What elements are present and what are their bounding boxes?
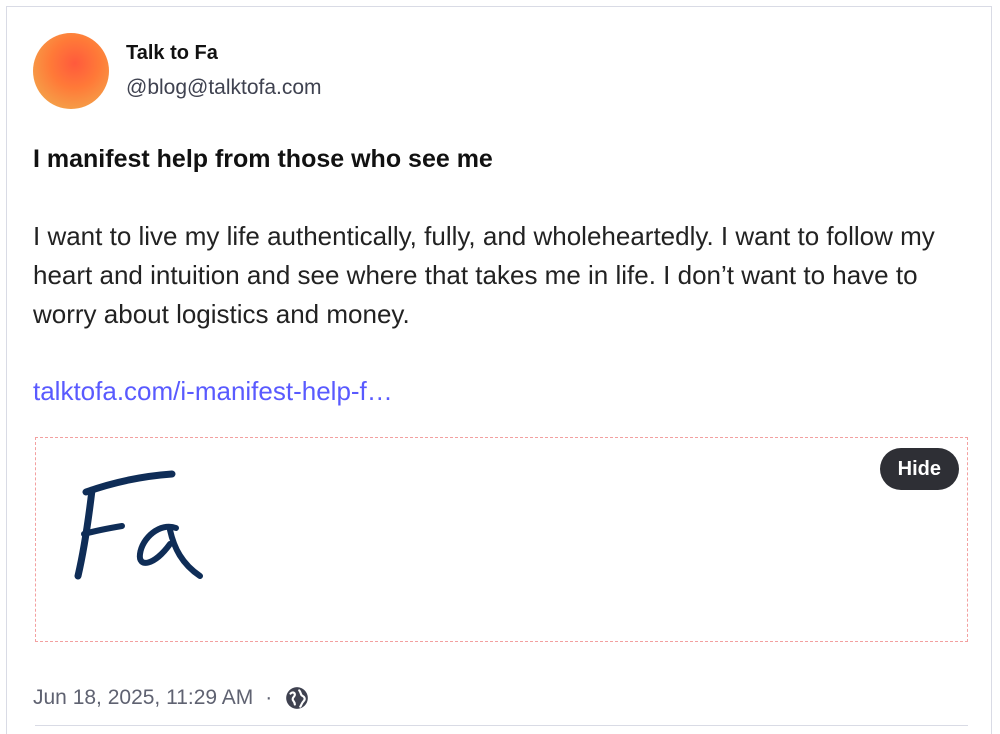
author-header: Talk to Fa @blog@talktofa.com: [33, 33, 322, 109]
media-attachment[interactable]: Hide: [35, 437, 968, 642]
meta-separator: ·: [265, 686, 273, 709]
post-meta: Jun 18, 2025, 11:29 AM ·: [33, 683, 310, 713]
status-card: Talk to Fa @blog@talktofa.com I manifest…: [6, 6, 992, 734]
divider: [35, 725, 968, 726]
post-title: I manifest help from those who see me: [33, 145, 493, 173]
author-names: Talk to Fa @blog@talktofa.com: [126, 39, 322, 103]
fa-logo-image: [74, 470, 203, 580]
post-link[interactable]: talktofa.com/i-manifest-help-f…: [33, 373, 393, 409]
author-handle[interactable]: @blog@talktofa.com: [126, 73, 322, 103]
post-timestamp[interactable]: Jun 18, 2025, 11:29 AM: [33, 683, 253, 713]
author-display-name[interactable]: Talk to Fa: [126, 39, 322, 67]
globe-icon: [286, 687, 309, 709]
post-body: I want to live my life authentically, fu…: [33, 221, 935, 329]
hide-media-button[interactable]: Hide: [879, 448, 959, 490]
avatar[interactable]: [33, 33, 109, 109]
